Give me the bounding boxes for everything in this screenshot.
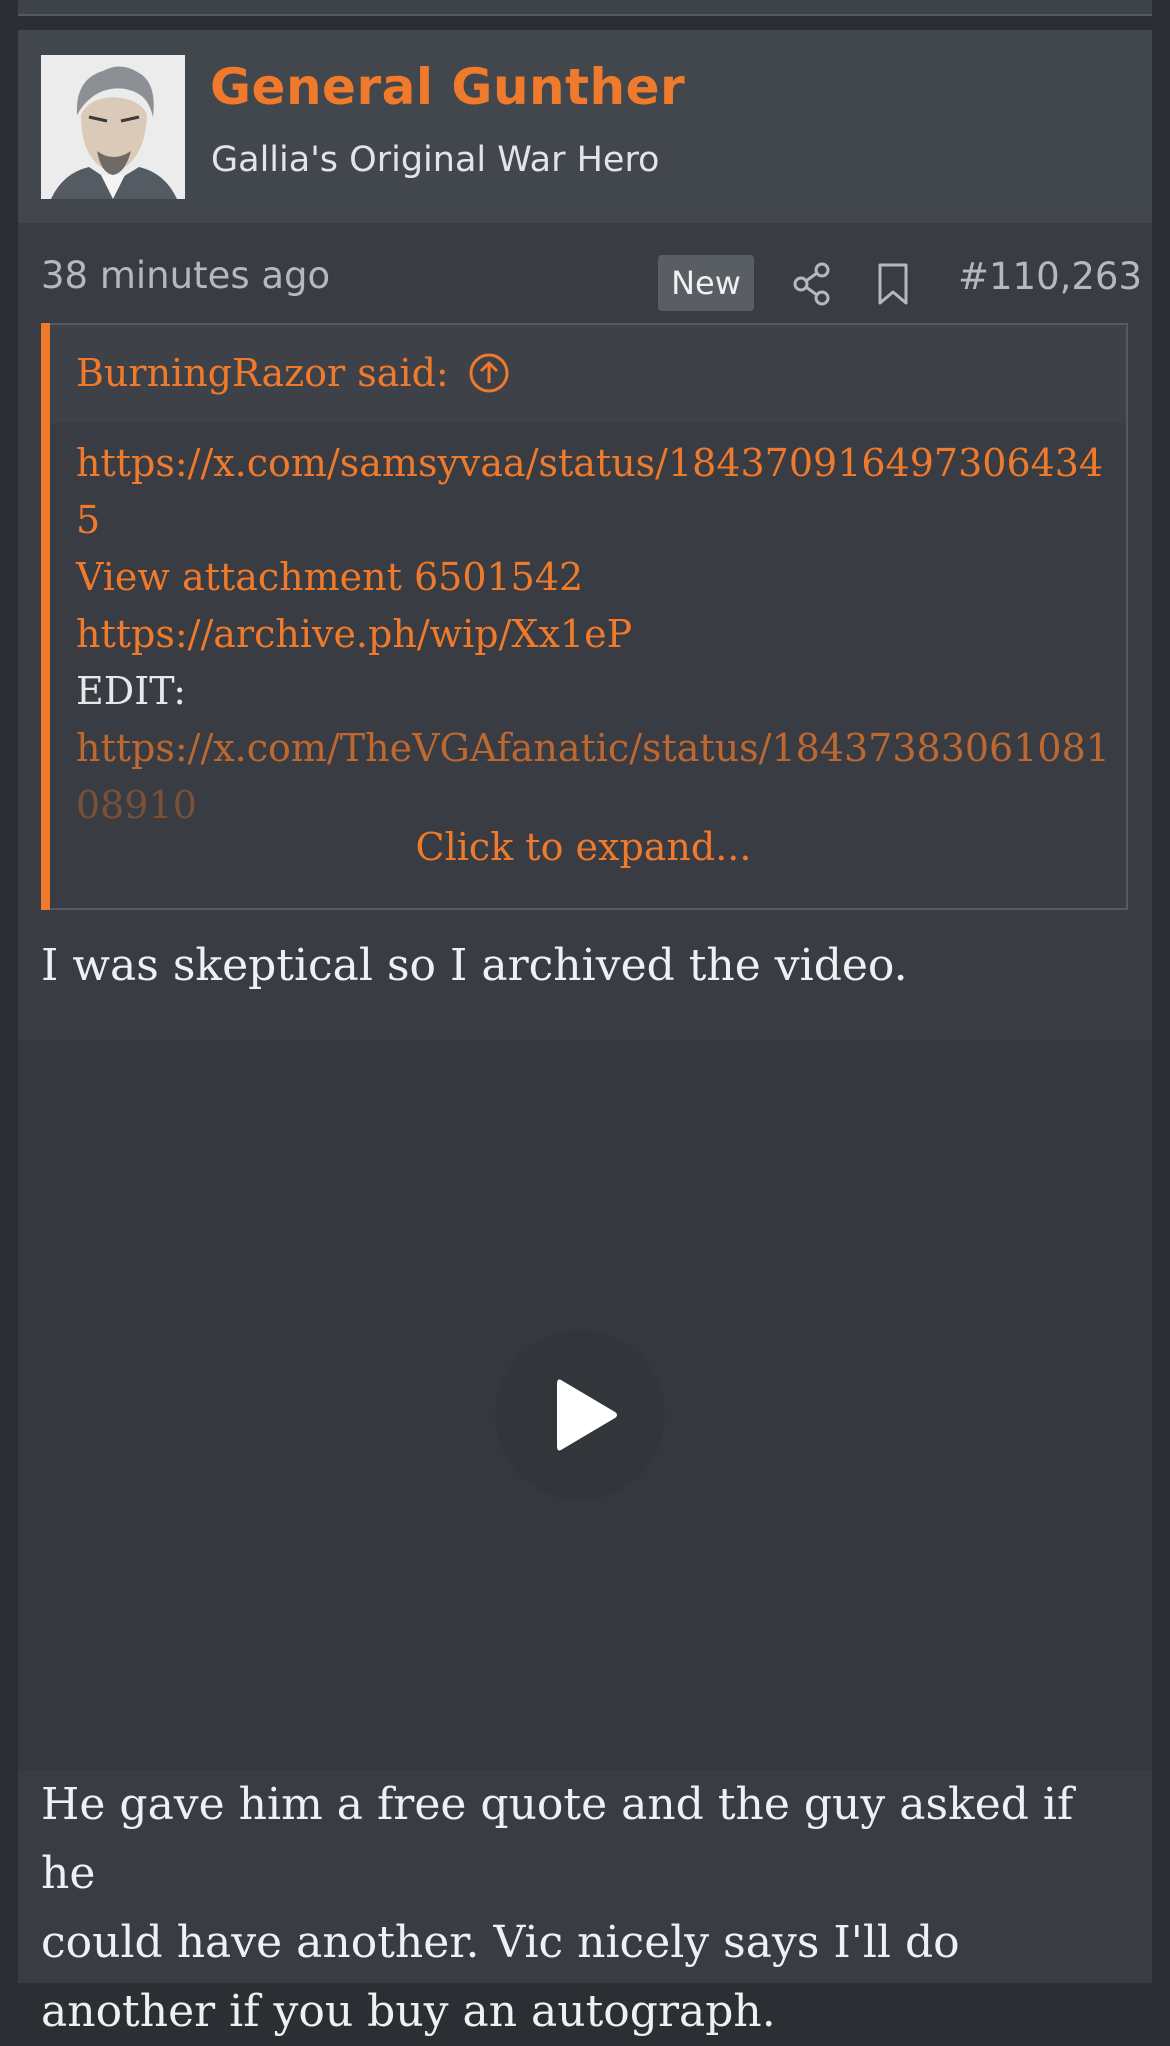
avatar-image xyxy=(41,55,185,199)
quote-link[interactable]: https://x.com/samsyvaa/status/1843709164… xyxy=(76,435,1136,492)
quote-block: BurningRazor said: https://x.com/samsyva… xyxy=(41,323,1128,910)
body-line: He gave him a free quote and the guy ask… xyxy=(41,1779,1074,1899)
body-line: could have another. Vic nicely says I'll… xyxy=(41,1917,960,1968)
quote-author[interactable]: BurningRazor said: xyxy=(76,351,449,395)
arrow-up-circle-icon[interactable] xyxy=(468,352,510,394)
body-line: another if you buy an autograph. xyxy=(41,1986,776,2037)
post-number[interactable]: #110,263 xyxy=(958,255,1142,298)
avatar[interactable] xyxy=(41,55,185,199)
post-meta: 38 minutes ago New #110,263 xyxy=(18,240,1152,311)
header-notch xyxy=(96,223,128,235)
video-player[interactable] xyxy=(18,1040,1152,1770)
previous-post-edge xyxy=(18,0,1152,16)
post-body-paragraph: I was skeptical so I archived the video. xyxy=(41,940,908,991)
post-timestamp[interactable]: 38 minutes ago xyxy=(41,254,330,297)
post-header: General Gunther Gallia's Original War He… xyxy=(18,30,1152,223)
quote-header: BurningRazor said: xyxy=(50,325,1126,423)
quote-link-continuation[interactable]: 5 xyxy=(76,492,1136,549)
attachment-link[interactable]: View attachment 6501542 xyxy=(76,549,1136,606)
bookmark-icon[interactable] xyxy=(876,262,910,306)
click-to-expand-link[interactable]: Click to expand... xyxy=(41,825,1126,869)
play-button[interactable] xyxy=(495,1330,665,1500)
quote-link[interactable]: https://x.com/TheVGAfanatic/status/18437… xyxy=(76,720,1136,777)
post-body-paragraph: He gave him a free quote and the guy ask… xyxy=(41,1770,1141,2046)
play-icon xyxy=(557,1379,617,1451)
new-badge: New xyxy=(658,255,754,311)
share-icon[interactable] xyxy=(792,262,832,306)
user-title: Gallia's Original War Hero xyxy=(211,140,660,180)
top-strip xyxy=(0,0,1170,30)
archive-link[interactable]: https://archive.ph/wip/Xx1eP xyxy=(76,606,1136,663)
edit-label: EDIT: xyxy=(76,669,187,713)
username[interactable]: General Gunther xyxy=(210,58,685,116)
quote-accent-bar xyxy=(41,323,50,910)
quote-content: https://x.com/samsyvaa/status/1843709164… xyxy=(76,435,1136,834)
forum-post: General Gunther Gallia's Original War He… xyxy=(18,30,1152,2037)
